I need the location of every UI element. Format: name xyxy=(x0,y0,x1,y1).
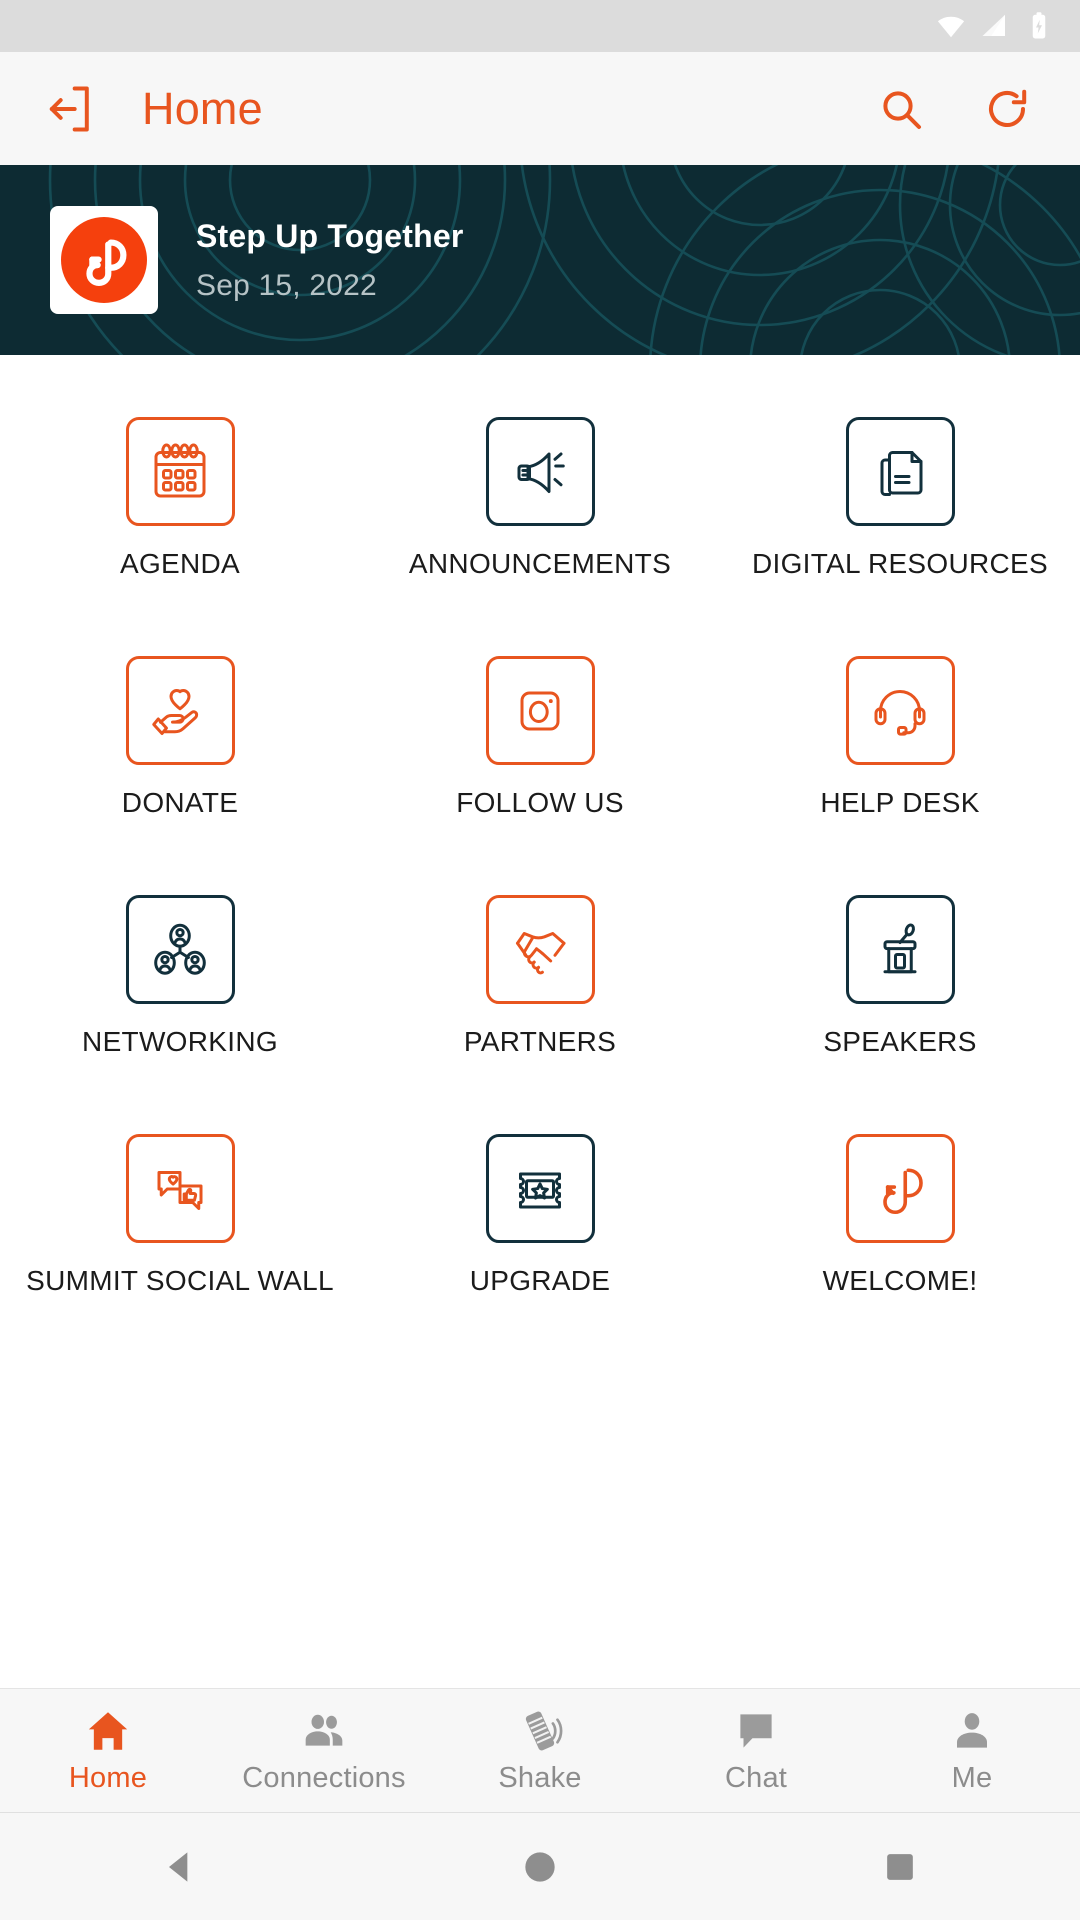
tile-icon-box xyxy=(125,895,235,1004)
ticket-star-icon xyxy=(519,1172,561,1208)
tile-digital-resources[interactable]: DIGITAL RESOURCES xyxy=(720,399,1080,638)
event-logo xyxy=(50,206,158,314)
nav-label: Connections xyxy=(242,1762,406,1794)
refresh-button[interactable] xyxy=(970,72,1044,146)
tile-icon-box xyxy=(125,1134,235,1243)
tile-icon-box xyxy=(485,417,595,526)
tile-announcements[interactable]: ANNOUNCEMENTS xyxy=(360,399,720,638)
podium-icon xyxy=(883,922,917,973)
calendar-icon xyxy=(154,443,206,497)
nav-label: Chat xyxy=(724,1762,788,1794)
megaphone-icon xyxy=(517,452,565,493)
tile-partners[interactable]: PARTNERS xyxy=(360,877,720,1116)
refresh-icon xyxy=(989,89,1027,127)
tile-icon-box xyxy=(485,656,595,765)
tile-agenda[interactable]: AGENDA xyxy=(0,399,360,638)
org-chart-icon xyxy=(154,923,206,975)
hand-heart-icon xyxy=(152,688,199,735)
tile-icon-box xyxy=(845,895,955,1004)
system-recents-button[interactable] xyxy=(840,1813,960,1921)
tile-label: PARTNERS xyxy=(463,1026,617,1057)
tile-label: AGENDA xyxy=(119,548,241,579)
tile-label: HELP DESK xyxy=(820,787,980,818)
people-icon xyxy=(305,1714,343,1746)
tile-icon-box xyxy=(125,656,235,765)
tile-icon-box xyxy=(485,895,595,1004)
app-logo-mark-icon xyxy=(883,1167,923,1214)
exit-button[interactable] xyxy=(34,73,106,145)
home-circle-icon xyxy=(525,1851,555,1882)
event-info: Step Up Together Sep 15, 2022 xyxy=(196,218,464,303)
tile-upgrade[interactable]: UPGRADE xyxy=(360,1116,720,1355)
event-title: Step Up Together xyxy=(196,217,464,254)
banner-pattern xyxy=(48,165,1080,355)
tile-label: UPGRADE xyxy=(469,1265,611,1296)
app-logo-icon xyxy=(61,217,147,303)
battery-charging-icon xyxy=(1024,11,1054,41)
exit-icon xyxy=(49,85,89,132)
search-button[interactable] xyxy=(864,72,938,146)
tile-networking[interactable]: NETWORKING xyxy=(0,877,360,1116)
tile-icon-box xyxy=(845,417,955,526)
tile-icon-box xyxy=(485,1134,595,1243)
back-triangle-icon xyxy=(169,1851,188,1882)
camera-icon xyxy=(520,691,560,730)
tile-label: FOLLOW US xyxy=(456,787,624,818)
tile-speakers[interactable]: SPEAKERS xyxy=(720,877,1080,1116)
home-icon xyxy=(88,1712,128,1750)
tile-label: NETWORKING xyxy=(82,1026,278,1057)
tile-label: SPEAKERS xyxy=(823,1026,977,1057)
tile-label: DONATE xyxy=(121,787,239,818)
headset-icon xyxy=(874,689,926,736)
system-navigation-bar xyxy=(0,1812,1080,1920)
chat-bubbles-icon xyxy=(157,1170,203,1210)
tile-icon-box xyxy=(845,656,955,765)
status-bar xyxy=(0,0,1080,52)
nav-item-shake[interactable]: Shake xyxy=(432,1706,648,1795)
tile-icon-box xyxy=(125,417,235,526)
tile-summit-social-wall[interactable]: SUMMIT SOCIAL WALL xyxy=(0,1116,360,1355)
search-icon xyxy=(883,90,921,129)
app-bar: Home xyxy=(0,52,1080,165)
tile-icon-box xyxy=(845,1134,955,1243)
documents-icon xyxy=(880,450,923,496)
cellular-signal-icon xyxy=(980,11,1010,41)
person-icon xyxy=(957,1713,987,1748)
nav-item-home[interactable]: Home xyxy=(0,1706,216,1795)
nav-label: Me xyxy=(951,1762,993,1794)
recents-square-icon xyxy=(887,1853,913,1880)
tile-label: SUMMIT SOCIAL WALL xyxy=(26,1265,334,1296)
tile-donate[interactable]: DONATE xyxy=(0,638,360,877)
nav-item-connections[interactable]: Connections xyxy=(216,1706,432,1795)
wifi-icon xyxy=(936,11,966,41)
home-tile-grid: AGENDA ANNOUNCEMENTS DIGITAL RESOURCES D… xyxy=(0,355,1080,1355)
tile-follow-us[interactable]: FOLLOW US xyxy=(360,638,720,877)
event-banner[interactable]: Step Up Together Sep 15, 2022 xyxy=(0,165,1080,355)
tile-label: ANNOUNCEMENTS xyxy=(408,548,672,579)
tile-label: WELCOME! xyxy=(822,1265,978,1296)
page-title: Home xyxy=(142,82,263,134)
tile-help-desk[interactable]: HELP DESK xyxy=(720,638,1080,877)
system-home-button[interactable] xyxy=(480,1813,600,1921)
nav-label: Shake xyxy=(498,1762,582,1794)
system-back-button[interactable] xyxy=(120,1813,240,1921)
nav-item-chat[interactable]: Chat xyxy=(648,1706,864,1795)
nav-label: Home xyxy=(68,1762,148,1794)
tile-welcome[interactable]: WELCOME! xyxy=(720,1116,1080,1355)
shake-phone-icon xyxy=(525,1711,563,1751)
nav-item-me[interactable]: Me xyxy=(864,1706,1080,1795)
bottom-navigation: Home Connections Shake Chat Me xyxy=(0,1688,1080,1812)
tile-label: DIGITAL RESOURCES xyxy=(751,548,1049,579)
chat-icon xyxy=(740,1714,772,1748)
event-date: Sep 15, 2022 xyxy=(196,268,377,302)
handshake-icon xyxy=(516,931,566,974)
